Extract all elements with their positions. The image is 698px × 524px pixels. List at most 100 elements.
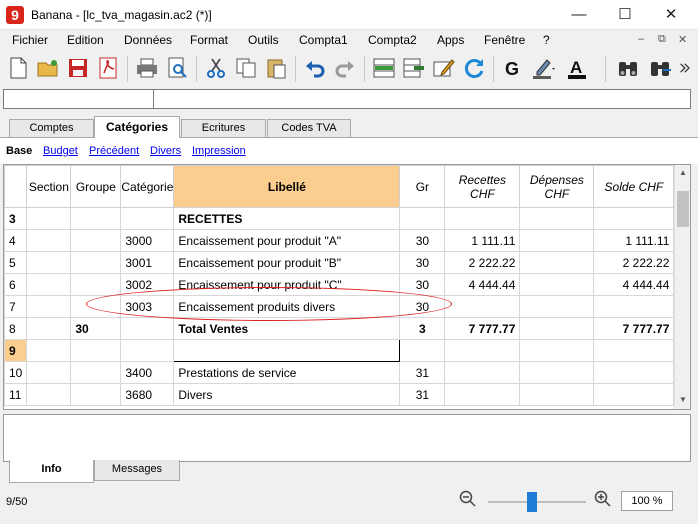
bottom-tab-messages[interactable]: Messages	[94, 460, 180, 481]
cell-groupe[interactable]	[70, 273, 122, 296]
cell-recettes[interactable]: 2 222.22	[444, 251, 521, 274]
col-header-depenses[interactable]: Dépenses CHF	[519, 165, 595, 208]
cell-solde[interactable]: 2 222.22	[593, 251, 675, 274]
row-number[interactable]: 8	[4, 317, 28, 340]
cell-gr[interactable]	[399, 207, 446, 230]
row-number[interactable]: 7	[4, 295, 28, 318]
cell-section[interactable]	[26, 383, 72, 406]
cell-recettes[interactable]	[444, 295, 521, 318]
cell-solde[interactable]	[593, 361, 675, 384]
vertical-scrollbar[interactable]: ▲ ▼	[674, 165, 690, 409]
menu-edition[interactable]: Edition	[67, 33, 104, 47]
cell-reference-field[interactable]	[4, 90, 154, 108]
cell-gr[interactable]: 31	[399, 383, 446, 406]
menu-help[interactable]: ?	[543, 33, 550, 47]
cell-depenses[interactable]	[519, 273, 595, 296]
row-number[interactable]: 5	[4, 251, 28, 274]
cell-section[interactable]	[26, 273, 72, 296]
menu-outils[interactable]: Outils	[248, 33, 279, 47]
cell-groupe[interactable]	[70, 361, 122, 384]
menu-compta2[interactable]: Compta2	[368, 33, 417, 47]
tab-comptes[interactable]: Comptes	[9, 119, 94, 138]
delete-rows-icon[interactable]	[400, 52, 428, 84]
cell-libelle[interactable]: Encaissement pour produit "C"	[173, 273, 401, 296]
cell-groupe[interactable]: 30	[70, 317, 122, 340]
cell-section[interactable]	[26, 229, 72, 252]
view-impression[interactable]: Impression	[192, 145, 246, 157]
copy-icon[interactable]	[232, 52, 260, 84]
cell-solde[interactable]: 7 777.77	[593, 317, 675, 340]
menu-apps[interactable]: Apps	[437, 33, 464, 47]
cell-gr[interactable]: 30	[399, 251, 446, 274]
cell-section[interactable]	[26, 361, 72, 384]
cell-groupe[interactable]	[70, 229, 122, 252]
col-header-solde[interactable]: Solde CHF	[593, 165, 675, 208]
view-divers[interactable]: Divers	[150, 145, 181, 157]
cell-recettes[interactable]	[444, 339, 521, 362]
print-icon[interactable]	[133, 52, 161, 84]
col-header-groupe[interactable]: Groupe	[70, 165, 122, 208]
find-replace-icon[interactable]	[646, 52, 674, 84]
cell-section[interactable]	[26, 207, 72, 230]
cell-section[interactable]	[26, 317, 72, 340]
row-number[interactable]: 6	[4, 273, 28, 296]
col-header-recettes[interactable]: Recettes CHF	[444, 165, 521, 208]
cell-gr[interactable]	[399, 339, 446, 362]
cell-libelle-active[interactable]	[173, 339, 401, 362]
zoom-out-icon[interactable]	[459, 490, 477, 508]
pdf-icon[interactable]	[94, 52, 122, 84]
cell-categorie[interactable]: 3001	[120, 251, 175, 274]
scroll-down-icon[interactable]: ▼	[679, 395, 687, 404]
recalculate-icon[interactable]	[460, 52, 488, 84]
bottom-tab-info[interactable]: Info	[9, 460, 94, 483]
row-number[interactable]: 3	[4, 207, 28, 230]
cell-gr[interactable]: 31	[399, 361, 446, 384]
col-header-categorie[interactable]: Catégorie	[120, 165, 175, 208]
minimize-button[interactable]: —	[556, 0, 602, 30]
cut-icon[interactable]	[202, 52, 230, 84]
cell-categorie[interactable]: 3000	[120, 229, 175, 252]
cell-libelle[interactable]: RECETTES	[173, 207, 401, 230]
undo-icon[interactable]	[301, 52, 329, 84]
cell-gr[interactable]: 30	[399, 229, 446, 252]
scrollbar-thumb[interactable]	[677, 191, 689, 227]
cell-recettes[interactable]: 1 111.11	[444, 229, 521, 252]
cell-recettes[interactable]	[444, 383, 521, 406]
cell-depenses[interactable]	[519, 361, 595, 384]
cell-solde[interactable]: 1 111.11	[593, 229, 675, 252]
view-precedent[interactable]: Précédent	[89, 145, 139, 157]
cell-gr[interactable]: 3	[399, 317, 446, 340]
print-preview-icon[interactable]	[163, 52, 191, 84]
cell-libelle[interactable]: Encaissement produits divers	[173, 295, 401, 318]
cell-groupe[interactable]	[70, 295, 122, 318]
zoom-percentage[interactable]: 100 %	[621, 491, 673, 511]
menu-compta1[interactable]: Compta1	[299, 33, 348, 47]
bold-icon[interactable]: G	[499, 52, 527, 84]
highlight-color-icon[interactable]	[529, 52, 557, 84]
cell-libelle[interactable]: Encaissement pour produit "B"	[173, 251, 401, 274]
tab-codes-tva[interactable]: Codes TVA	[267, 119, 351, 138]
view-budget[interactable]: Budget	[43, 145, 78, 157]
col-header-section[interactable]: Section	[26, 165, 72, 208]
cell-libelle[interactable]: Encaissement pour produit "A"	[173, 229, 401, 252]
cell-categorie[interactable]	[120, 317, 175, 340]
row-number[interactable]: 9	[4, 339, 28, 362]
cell-depenses[interactable]	[519, 317, 595, 340]
cell-solde[interactable]	[593, 339, 675, 362]
menu-fenetre[interactable]: Fenêtre	[484, 33, 525, 47]
cell-categorie[interactable]: 3002	[120, 273, 175, 296]
open-folder-icon[interactable]	[34, 52, 62, 84]
cell-libelle[interactable]: Prestations de service	[173, 361, 401, 384]
cell-depenses[interactable]	[519, 229, 595, 252]
col-header-gr[interactable]: Gr	[399, 165, 446, 208]
cell-recettes[interactable]	[444, 207, 521, 230]
cell-gr[interactable]: 30	[399, 295, 446, 318]
menu-format[interactable]: Format	[190, 33, 228, 47]
cell-depenses[interactable]	[519, 207, 595, 230]
cell-recettes[interactable]: 7 777.77	[444, 317, 521, 340]
cell-groupe[interactable]	[70, 251, 122, 274]
mdi-close-icon[interactable]: ✕	[678, 33, 687, 46]
cell-section[interactable]	[26, 339, 72, 362]
maximize-button[interactable]: ☐	[602, 0, 648, 30]
row-number-header[interactable]	[4, 165, 28, 208]
